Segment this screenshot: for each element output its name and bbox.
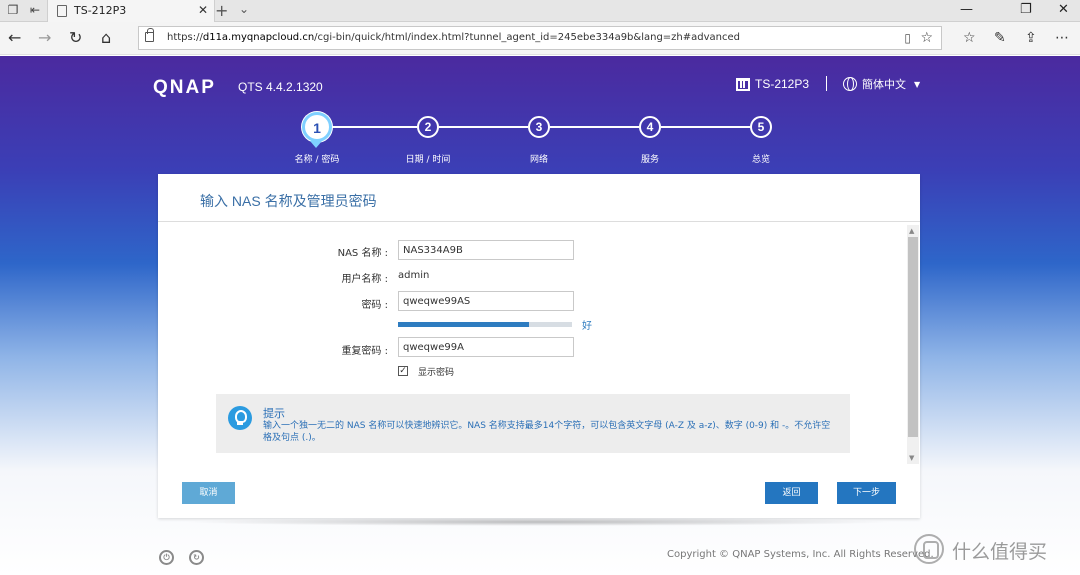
- step-3-circle: 3: [528, 116, 550, 138]
- tab-title: TS-212P3: [74, 4, 127, 17]
- watermark-logo-icon: [914, 534, 944, 564]
- set-aside-tabs-icon[interactable]: ❐: [6, 3, 20, 17]
- step-5-label: 总览: [751, 155, 770, 165]
- step-2-label: 日期 / 时间: [405, 155, 451, 165]
- username-label: 用户名称 :: [341, 274, 388, 285]
- close-tab-icon[interactable]: ✕: [198, 3, 208, 17]
- qnap-logo: QNAP: [153, 77, 216, 98]
- page-icon: [57, 5, 67, 17]
- password-strength-text: 好: [582, 321, 592, 332]
- tab-list-chevron-icon[interactable]: ⌄: [239, 2, 249, 16]
- power-icon[interactable]: ⏻: [159, 550, 174, 565]
- forward-icon[interactable]: →: [38, 29, 51, 47]
- step-4-label: 服务: [640, 155, 659, 165]
- nas-name-input[interactable]: [398, 240, 574, 260]
- restore-icon[interactable]: ❐: [1020, 2, 1032, 17]
- back-icon[interactable]: ←: [8, 29, 21, 47]
- device-name: TS-212P3: [736, 77, 809, 91]
- confirm-password-label: 重复密码 :: [341, 346, 388, 357]
- favorite-star-icon[interactable]: ☆: [920, 30, 933, 46]
- step-2-circle: 2: [417, 116, 439, 138]
- panel-title: 输入 NAS 名称及管理员密码: [200, 193, 377, 209]
- next-button[interactable]: 下一步: [837, 482, 896, 504]
- step-connector: [661, 126, 750, 128]
- step-5-circle: 5: [750, 116, 772, 138]
- copyright-text: Copyright © QNAP Systems, Inc. All Right…: [667, 549, 934, 560]
- reading-view-icon[interactable]: ▯: [904, 31, 911, 45]
- hint-title: 提示: [263, 407, 285, 420]
- url-text: https://d11a.myqnapcloud.cn/cgi-bin/quic…: [167, 32, 740, 43]
- pen-icon[interactable]: ✎: [994, 30, 1006, 46]
- browser-tab[interactable]: TS-212P3 ✕: [47, 0, 215, 22]
- step-4-circle: 4: [639, 116, 661, 138]
- step-1-circle: 1: [302, 112, 332, 142]
- step-3-label: 网络: [529, 155, 548, 165]
- show-password-checkbox[interactable]: ✓: [398, 366, 408, 376]
- scroll-up-icon[interactable]: ▲: [909, 227, 914, 235]
- home-icon[interactable]: ⌂: [101, 29, 111, 47]
- restart-icon[interactable]: ↻: [189, 550, 204, 565]
- nas-device-icon: [736, 77, 750, 91]
- confirm-password-input[interactable]: [398, 337, 574, 357]
- close-window-icon[interactable]: ✕: [1058, 2, 1069, 17]
- watermark-text: 什么值得买: [952, 541, 1048, 563]
- minimize-icon[interactable]: —: [960, 2, 973, 17]
- browser-address-bar: ← → ↻ ⌂ https://d11a.myqnapcloud.cn/cgi-…: [0, 22, 1080, 55]
- globe-icon: [843, 77, 857, 91]
- show-tabs-icon[interactable]: ⇤: [28, 3, 42, 17]
- step-connector: [439, 126, 528, 128]
- hint-text: 输入一个独一无二的 NAS 名称可以快速地辨识它。NAS 名称支持最多14个字符…: [263, 421, 831, 443]
- header-separator: [826, 76, 827, 91]
- password-label: 密码 :: [361, 300, 388, 311]
- new-tab-icon[interactable]: +: [215, 1, 228, 20]
- step-connector: [331, 126, 417, 128]
- watermark: 什么值得买: [912, 533, 1080, 569]
- password-strength-bar: [398, 322, 572, 327]
- scroll-down-icon[interactable]: ▼: [909, 454, 914, 462]
- hint-box: 提示 输入一个独一无二的 NAS 名称可以快速地辨识它。NAS 名称支持最多14…: [216, 394, 850, 453]
- panel-divider: [158, 221, 920, 222]
- password-strength-fill: [398, 322, 529, 327]
- password-input[interactable]: [398, 291, 574, 311]
- active-step-pointer: [310, 141, 322, 148]
- more-icon[interactable]: ⋯: [1055, 30, 1069, 46]
- browser-tab-bar: ❐ ⇤ TS-212P3 ✕ + ⌄ — ❐ ✕: [0, 0, 1080, 22]
- username-value: admin: [398, 270, 430, 281]
- show-password-label: 显示密码: [418, 368, 455, 378]
- panel-scrollbar[interactable]: ▲ ▼: [907, 225, 919, 464]
- cancel-button[interactable]: 取消: [182, 482, 235, 504]
- url-field[interactable]: https://d11a.myqnapcloud.cn/cgi-bin/quic…: [138, 26, 942, 50]
- refresh-icon[interactable]: ↻: [69, 29, 82, 47]
- lightbulb-icon: [228, 406, 252, 430]
- panel-shadow: [182, 518, 896, 526]
- scrollbar-thumb[interactable]: [908, 237, 918, 437]
- step-connector: [550, 126, 639, 128]
- setup-panel: 输入 NAS 名称及管理员密码 ▲ ▼ NAS 名称 : 用户名称 : admi…: [158, 174, 920, 518]
- back-button[interactable]: 返回: [765, 482, 818, 504]
- lock-icon: [145, 28, 154, 42]
- favorites-icon[interactable]: ☆: [963, 30, 976, 46]
- share-icon[interactable]: ⇪: [1025, 30, 1037, 46]
- firmware-version: QTS 4.4.2.1320: [238, 80, 323, 94]
- nas-name-label: NAS 名称 :: [337, 248, 388, 259]
- language-selector[interactable]: 簡体中文 ▼: [843, 76, 920, 92]
- caret-down-icon: ▼: [914, 79, 921, 89]
- step-1-label: 名称 / 密码: [294, 155, 340, 165]
